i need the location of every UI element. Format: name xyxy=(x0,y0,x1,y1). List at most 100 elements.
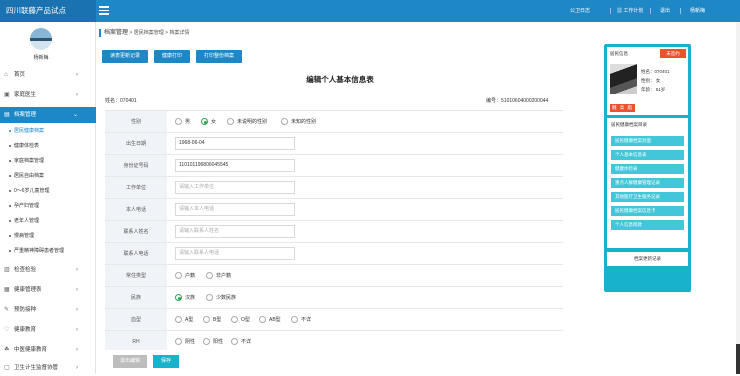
disease-tags: 糖 高 脂 xyxy=(610,104,636,112)
breadcrumb-root[interactable]: 档案管理 xyxy=(104,30,128,36)
sidebar-sub-family[interactable]: 家庭档案管理 xyxy=(0,155,96,167)
rh-option-negative[interactable]: 阴性 xyxy=(175,338,195,346)
form-row-contact: 联系人姓名 请输入联系人姓名 xyxy=(105,221,563,243)
work-unit-input[interactable]: 请输入工作单位 xyxy=(175,181,295,194)
top-bar: 四川联藤产品试点 公卫日志 ▦ 工作计划 退出 杨新梅 xyxy=(0,0,740,22)
sidebar-item-health-forms[interactable]: ▦ 健康管理表 › xyxy=(0,282,96,298)
user-name: 杨新梅 xyxy=(33,55,49,61)
print-full-record-button[interactable]: 打印整份档案 xyxy=(196,50,242,63)
gender-option-unspecified[interactable]: 未说明的性别 xyxy=(227,118,267,126)
gender-label: 性别 xyxy=(105,111,167,132)
blood-option-ab[interactable]: AB型 xyxy=(259,316,281,324)
blood-option-a[interactable]: A型 xyxy=(175,316,193,324)
idcard-label: 身份证号码 xyxy=(105,155,167,176)
residence-option-local[interactable]: 户籍 xyxy=(175,272,195,280)
sidebar-item-label: 健康教育 xyxy=(14,327,37,333)
record-update-history-button[interactable]: 档案更新记录 xyxy=(607,252,688,266)
form-row-blood: 血型 A型 B型 O型 AB型 不详 xyxy=(105,309,563,331)
heart-icon: ♡ xyxy=(4,327,10,333)
contact-phone-input[interactable]: 请输入联系人电话 xyxy=(175,247,295,260)
directory-item-key-groups[interactable]: 重点人群健康管理记录 xyxy=(611,178,684,188)
sidebar-item-home[interactable]: ⌂ 首页 › xyxy=(0,67,96,83)
ethnic-option-han[interactable]: 汉族 xyxy=(175,294,195,302)
form-icon: ▦ xyxy=(4,287,10,293)
gender-option-female[interactable]: 女 xyxy=(201,118,216,126)
form-row-contact-phone: 联系人电话 请输入联系人电话 xyxy=(105,243,563,265)
sidebar-item-vaccination[interactable]: ✎ 预防接种 › xyxy=(0,302,96,318)
cloud-log-link[interactable]: 公卫日志 xyxy=(570,0,590,22)
record-directory: 居民健康档案目录 居民健康档案封面 个人基本信息表 健康体检表 重点人群健康管理… xyxy=(607,118,688,248)
menu-toggle-icon[interactable] xyxy=(99,6,109,15)
rh-option-unknown[interactable]: 不详 xyxy=(231,338,251,346)
doctor-icon: ▣ xyxy=(4,92,10,98)
sidebar-sub-checkup[interactable]: 健康体检表 xyxy=(0,140,96,152)
sidebar-sub-resident-records[interactable]: 居民健康档案 xyxy=(0,125,96,137)
sidebar-sub-children[interactable]: 0～6岁儿童管理 xyxy=(0,185,96,197)
syringe-icon: ✎ xyxy=(4,307,10,313)
chevron-right-icon: › xyxy=(76,72,78,78)
leaf-icon: ☘ xyxy=(4,347,10,353)
idcard-input[interactable]: 110101196806045545 xyxy=(175,159,295,172)
birth-date-input[interactable]: 1968-06-04 xyxy=(175,137,295,150)
sign-status-badge: 未签约 xyxy=(660,49,686,58)
directory-item-basic-info[interactable]: 个人基本信息表 xyxy=(611,150,684,160)
chevron-right-icon: › xyxy=(76,327,78,333)
update-records-button[interactable]: 读表更新记录 xyxy=(102,50,148,63)
blood-option-o[interactable]: O型 xyxy=(231,316,250,324)
sidebar-sub-elderly[interactable]: 老年人管理 xyxy=(0,215,96,227)
save-button[interactable]: 保存 xyxy=(153,355,179,368)
sidebar-item-family-doctor[interactable]: ▣ 家庭医生 › xyxy=(0,87,96,103)
blood-option-unknown[interactable]: 不详 xyxy=(291,316,311,324)
sidebar-sub-chronic[interactable]: 慢病管理 xyxy=(0,230,96,242)
avatar xyxy=(30,28,52,50)
phone-input[interactable]: 请输入本人电话 xyxy=(175,203,295,216)
breadcrumb-level1[interactable]: 居民档案管理 xyxy=(134,30,164,36)
sidebar-sub-mental[interactable]: 严重精神障碍患者管理 xyxy=(0,245,96,257)
sidebar-sub-maternal[interactable]: 孕产妇管理 xyxy=(0,200,96,212)
scrollbar[interactable] xyxy=(736,22,740,374)
resident-age: 年龄： 51岁 xyxy=(641,87,666,92)
work-plan-label: 工作计划 xyxy=(623,8,644,14)
calendar-icon: ▦ xyxy=(617,8,623,14)
directory-item-attachments[interactable]: 个人信息附款 xyxy=(611,220,684,230)
ethnic-option-minority[interactable]: 少数民族 xyxy=(206,294,236,302)
form-title: 编辑个人基本信息表 xyxy=(306,75,374,84)
work-plan-link[interactable]: ▦ 工作计划 xyxy=(617,0,643,22)
directory-item-info-card[interactable]: 居民健康档案信息卡 xyxy=(611,206,684,216)
contact-name-input[interactable]: 请输入联系人姓名 xyxy=(175,225,295,238)
form-row-phone: 本人电话 请输入本人电话 xyxy=(105,199,563,221)
exit-edit-button[interactable]: 退出编辑 xyxy=(113,355,147,368)
contact-phone-label: 联系人电话 xyxy=(105,243,167,264)
gender-option-male[interactable]: 男 xyxy=(175,118,190,126)
health-print-button[interactable]: 健康打印 xyxy=(154,50,190,63)
app-title: 四川联藤产品试点 xyxy=(0,0,96,22)
sidebar-item-tcm[interactable]: ☘ 中医健康教育 › xyxy=(0,342,96,358)
sidebar-item-records[interactable]: ▤ 档案管理 ⌄ xyxy=(0,107,96,123)
work-label: 工作单位 xyxy=(105,177,167,198)
sidebar-sub-self[interactable]: 居民自由档案 xyxy=(0,170,96,182)
chevron-right-icon: › xyxy=(76,347,78,353)
rh-option-positive[interactable]: 阳性 xyxy=(203,338,223,346)
directory-item-cover[interactable]: 居民健康档案封面 xyxy=(611,136,684,146)
scrollbar-thumb[interactable] xyxy=(736,344,740,374)
sidebar-item-education[interactable]: ♡ 健康教育 › xyxy=(0,322,96,338)
logout-link[interactable]: 退出 xyxy=(660,0,670,22)
directory-item-other-services[interactable]: 其他医疗卫生服务记录 xyxy=(611,192,684,202)
residence-label: 常住类型 xyxy=(105,265,167,286)
blood-option-b[interactable]: B型 xyxy=(203,316,221,324)
folder-icon: ▤ xyxy=(4,112,10,118)
test-icon: ▥ xyxy=(4,267,10,273)
contact-label: 联系人姓名 xyxy=(105,221,167,242)
residence-option-nonlocal[interactable]: 非户籍 xyxy=(206,272,231,280)
chevron-right-icon: › xyxy=(76,267,78,273)
form-row-ethnic: 民族 汉族 少数民族 xyxy=(105,287,563,309)
sidebar-item-lab[interactable]: ▥ 检查检验 › xyxy=(0,262,96,278)
id-value: 51010604000200044 xyxy=(501,98,549,104)
blood-label: 血型 xyxy=(105,309,167,330)
directory-item-checkup[interactable]: 健康体检表 xyxy=(611,164,684,174)
user-menu[interactable]: 杨新梅 xyxy=(690,0,705,22)
rh-label: RH xyxy=(105,331,167,350)
gender-option-unknown[interactable]: 未知的性别 xyxy=(281,118,316,126)
sidebar-item-label: 家庭医生 xyxy=(14,92,37,98)
sidebar-item-label: 卫生计生监督协管 xyxy=(14,365,59,371)
